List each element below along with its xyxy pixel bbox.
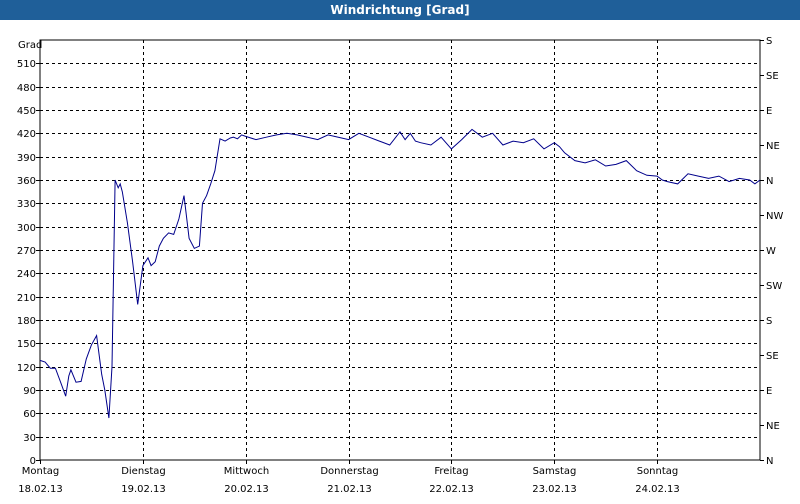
y-tick-label: 300 [17, 223, 36, 234]
y-tick-label: 270 [17, 246, 36, 257]
right-tick-label: E [766, 106, 772, 117]
y-tick-label: 240 [17, 269, 36, 280]
x-tick-date-label: 22.02.13 [429, 484, 474, 495]
chart-title-bar: Windrichtung [Grad] [0, 0, 800, 20]
x-tick-day-label: Freitag [434, 466, 468, 477]
y-tick-label: 420 [17, 129, 36, 140]
right-tick-label: S [766, 36, 772, 47]
x-tick-day-label: Sonntag [637, 466, 679, 477]
y-tick-label: 180 [17, 316, 36, 327]
x-tick-date-label: 24.02.13 [635, 484, 680, 495]
x-tick-day-label: Montag [22, 466, 59, 477]
y-tick-label: 150 [17, 339, 36, 350]
right-tick-label: SE [766, 351, 779, 362]
y-tick-label: 360 [17, 176, 36, 187]
y-tick-label: 330 [17, 199, 36, 210]
y-tick-label: 30 [23, 433, 36, 444]
y-tick-label: 210 [17, 293, 36, 304]
x-tick-date-label: 23.02.13 [532, 484, 577, 495]
y-tick-label: 60 [23, 409, 36, 420]
y-tick-label: 480 [17, 83, 36, 94]
y-tick-label: 120 [17, 363, 36, 374]
right-tick-label: N [766, 176, 773, 187]
right-tick-label: N [766, 456, 773, 467]
axis-layer: 0306090120150180210240270300330360390420… [17, 36, 784, 495]
x-tick-day-label: Samstag [533, 466, 577, 477]
right-tick-label: S [766, 316, 772, 327]
wind-direction-chart: 0306090120150180210240270300330360390420… [17, 36, 784, 495]
x-tick-day-label: Dienstag [121, 466, 166, 477]
right-tick-label: SE [766, 71, 779, 82]
right-tick-label: NW [766, 211, 783, 222]
y-tick-label: 90 [23, 386, 36, 397]
right-tick-label: E [766, 386, 772, 397]
y-tick-label: 450 [17, 106, 36, 117]
right-tick-label: NE [766, 421, 780, 432]
x-tick-day-label: Donnerstag [320, 466, 378, 477]
y-tick-label: 510 [17, 59, 36, 70]
x-tick-date-label: 18.02.13 [18, 484, 63, 495]
right-tick-label: W [766, 246, 776, 257]
x-tick-date-label: 19.02.13 [121, 484, 166, 495]
chart-title: Windrichtung [Grad] [330, 3, 470, 17]
y-axis-label: Grad [18, 40, 42, 51]
right-tick-label: NE [766, 141, 780, 152]
chart-area: 0 30 60 90 120 150 180 210 240 270 300 330 360 390 420… [0, 20, 800, 500]
x-tick-date-label: 20.02.13 [224, 484, 269, 495]
grid-layer [40, 40, 760, 460]
x-tick-day-label: Mittwoch [224, 466, 269, 477]
x-tick-date-label: 21.02.13 [327, 484, 372, 495]
right-tick-label: SW [766, 281, 782, 292]
y-tick-label: 390 [17, 153, 36, 164]
